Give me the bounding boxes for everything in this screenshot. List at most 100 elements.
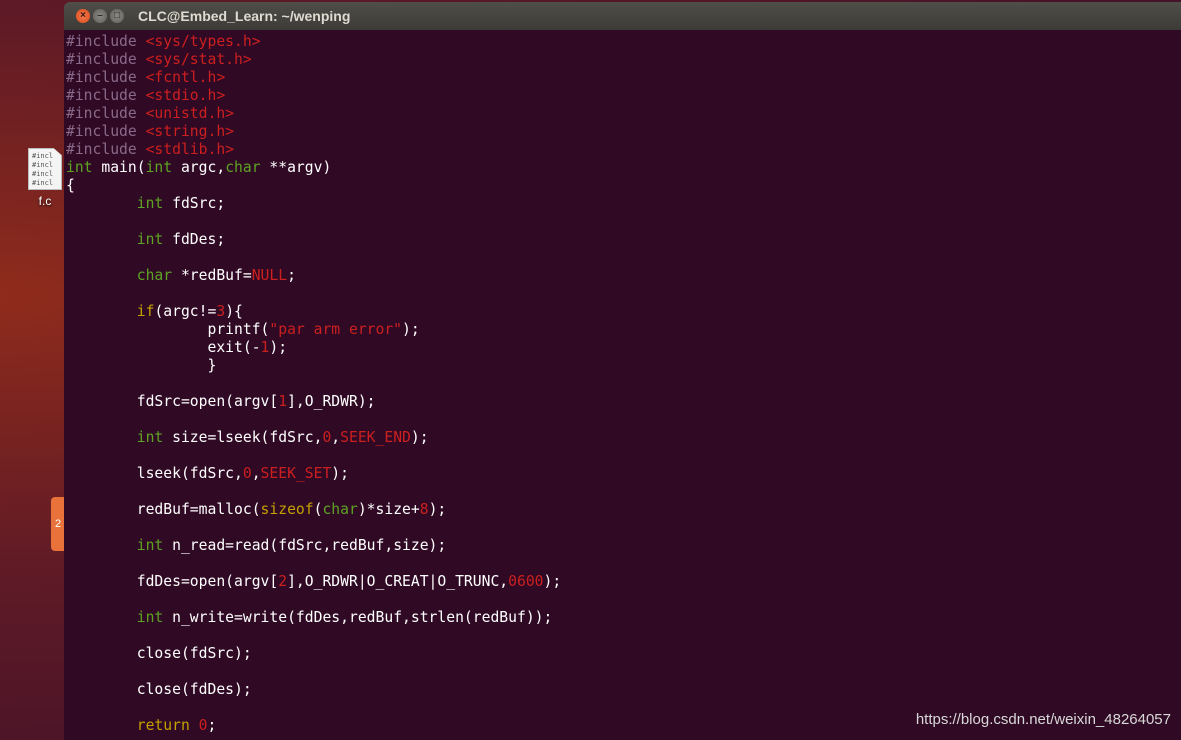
- code-token: SEEK_SET: [260, 465, 332, 482]
- code-token: char: [322, 501, 358, 518]
- code-token: <stdio.h>: [145, 87, 226, 104]
- code-token: )*size+: [357, 501, 420, 518]
- code-line: char *redBuf=NULL;: [66, 267, 1181, 285]
- close-window-button[interactable]: ×: [76, 9, 90, 23]
- launcher-workspace-tab[interactable]: 2: [51, 497, 65, 551]
- code-token: fdDes;: [163, 231, 226, 248]
- code-token: return: [136, 717, 190, 734]
- code-line: #include <stdlib.h>: [66, 141, 1181, 159]
- minimize-window-button[interactable]: –: [93, 9, 107, 23]
- code-line: {: [66, 177, 1181, 195]
- code-line: close(fdSrc);: [66, 645, 1181, 663]
- code-line: int fdDes;: [66, 231, 1181, 249]
- code-token: <string.h>: [145, 123, 235, 140]
- code-line: #include <fcntl.h>: [66, 69, 1181, 87]
- code-line: printf("par arm error");: [66, 321, 1181, 339]
- code-token: int: [136, 195, 164, 212]
- code-token: ],O_RDWR);: [287, 393, 376, 410]
- code-token: 8: [419, 501, 429, 518]
- code-token: sizeof: [260, 501, 314, 518]
- desktop-file-icon[interactable]: #incl #incl #incl #incl f.c: [22, 148, 68, 208]
- code-token: 0: [322, 429, 332, 446]
- code-token: exit(-: [66, 339, 261, 356]
- terminal-text-area[interactable]: #include <sys/types.h> #include <sys/stat…: [64, 30, 1181, 740]
- code-token: );: [331, 465, 349, 482]
- code-token: );: [410, 429, 429, 446]
- code-token: ,: [251, 465, 261, 482]
- code-token: argc,: [172, 159, 226, 176]
- window-titlebar[interactable]: × – □ CLC@Embed_Learn: ~/wenping: [64, 2, 1181, 30]
- code-token: *redBuf=: [172, 267, 252, 284]
- code-token: char: [136, 267, 173, 284]
- code-token: int: [66, 159, 93, 176]
- code-token: <sys/stat.h>: [145, 51, 252, 68]
- code-token: int: [145, 159, 173, 176]
- code-token: if: [136, 303, 155, 320]
- code-line: close(fdDes);: [66, 681, 1181, 699]
- code-line: fdDes=open(argv[2],O_RDWR|O_CREAT|O_TRUN…: [66, 573, 1181, 591]
- code-line: exit(-1);: [66, 339, 1181, 357]
- code-token: int: [136, 429, 164, 446]
- code-token: int: [136, 609, 164, 626]
- code-token: close(fdSrc);: [66, 645, 252, 662]
- code-token: 1: [278, 393, 288, 410]
- code-token: close(fdDes);: [66, 681, 252, 698]
- code-line: if(argc!=3){: [66, 303, 1181, 321]
- code-line: lseek(fdSrc,0,SEEK_SET);: [66, 465, 1181, 483]
- thumb-line: #incl: [32, 161, 54, 169]
- code-token: ;: [207, 717, 217, 734]
- code-token: (argc!=: [154, 303, 217, 320]
- code-token: **argv): [260, 159, 332, 176]
- code-token: <sys/types.h>: [145, 33, 261, 50]
- code-token: );: [269, 339, 288, 356]
- code-token: int: [136, 231, 164, 248]
- code-token: }: [66, 357, 217, 374]
- thumb-line: #incl: [32, 152, 54, 160]
- code-token: #include: [66, 69, 146, 86]
- code-token: lseek(fdSrc,: [66, 465, 243, 482]
- code-token: 3: [216, 303, 226, 320]
- code-token: n_write=write(fdDes,redBuf,strlen(redBuf…: [163, 609, 553, 626]
- maximize-window-button[interactable]: □: [110, 9, 124, 23]
- code-token: {: [66, 177, 75, 194]
- file-label: f.c: [38, 194, 52, 208]
- code-token: SEEK_END: [340, 429, 411, 446]
- c-file-thumbnail-icon: #incl #incl #incl #incl: [28, 148, 62, 190]
- code-token: n_read=read(fdSrc,redBuf,size);: [163, 537, 447, 554]
- code-token: );: [402, 321, 420, 338]
- code-token: #include: [66, 33, 146, 50]
- code-line: int fdSrc;: [66, 195, 1181, 213]
- code-token: ],O_RDWR|O_CREAT|O_TRUNC,: [287, 573, 509, 590]
- code-token: ){: [225, 303, 243, 320]
- code-line: }: [66, 357, 1181, 375]
- code-token: fdSrc=open(argv[: [66, 393, 279, 410]
- thumb-line: #incl: [32, 170, 54, 178]
- code-line: int n_write=write(fdDes,redBuf,strlen(re…: [66, 609, 1181, 627]
- code-token: <unistd.h>: [145, 105, 235, 122]
- code-token: );: [543, 573, 562, 590]
- code-line: int main(int argc,char **argv): [66, 159, 1181, 177]
- code-token: ,: [331, 429, 341, 446]
- code-token: #include: [66, 105, 146, 122]
- code-token: #include: [66, 51, 146, 68]
- code-token: ;: [287, 267, 296, 284]
- code-token: int: [136, 537, 164, 554]
- code-line: redBuf=malloc(sizeof(char)*size+8);: [66, 501, 1181, 519]
- watermark: https://blog.csdn.net/weixin_48264057: [915, 711, 1171, 728]
